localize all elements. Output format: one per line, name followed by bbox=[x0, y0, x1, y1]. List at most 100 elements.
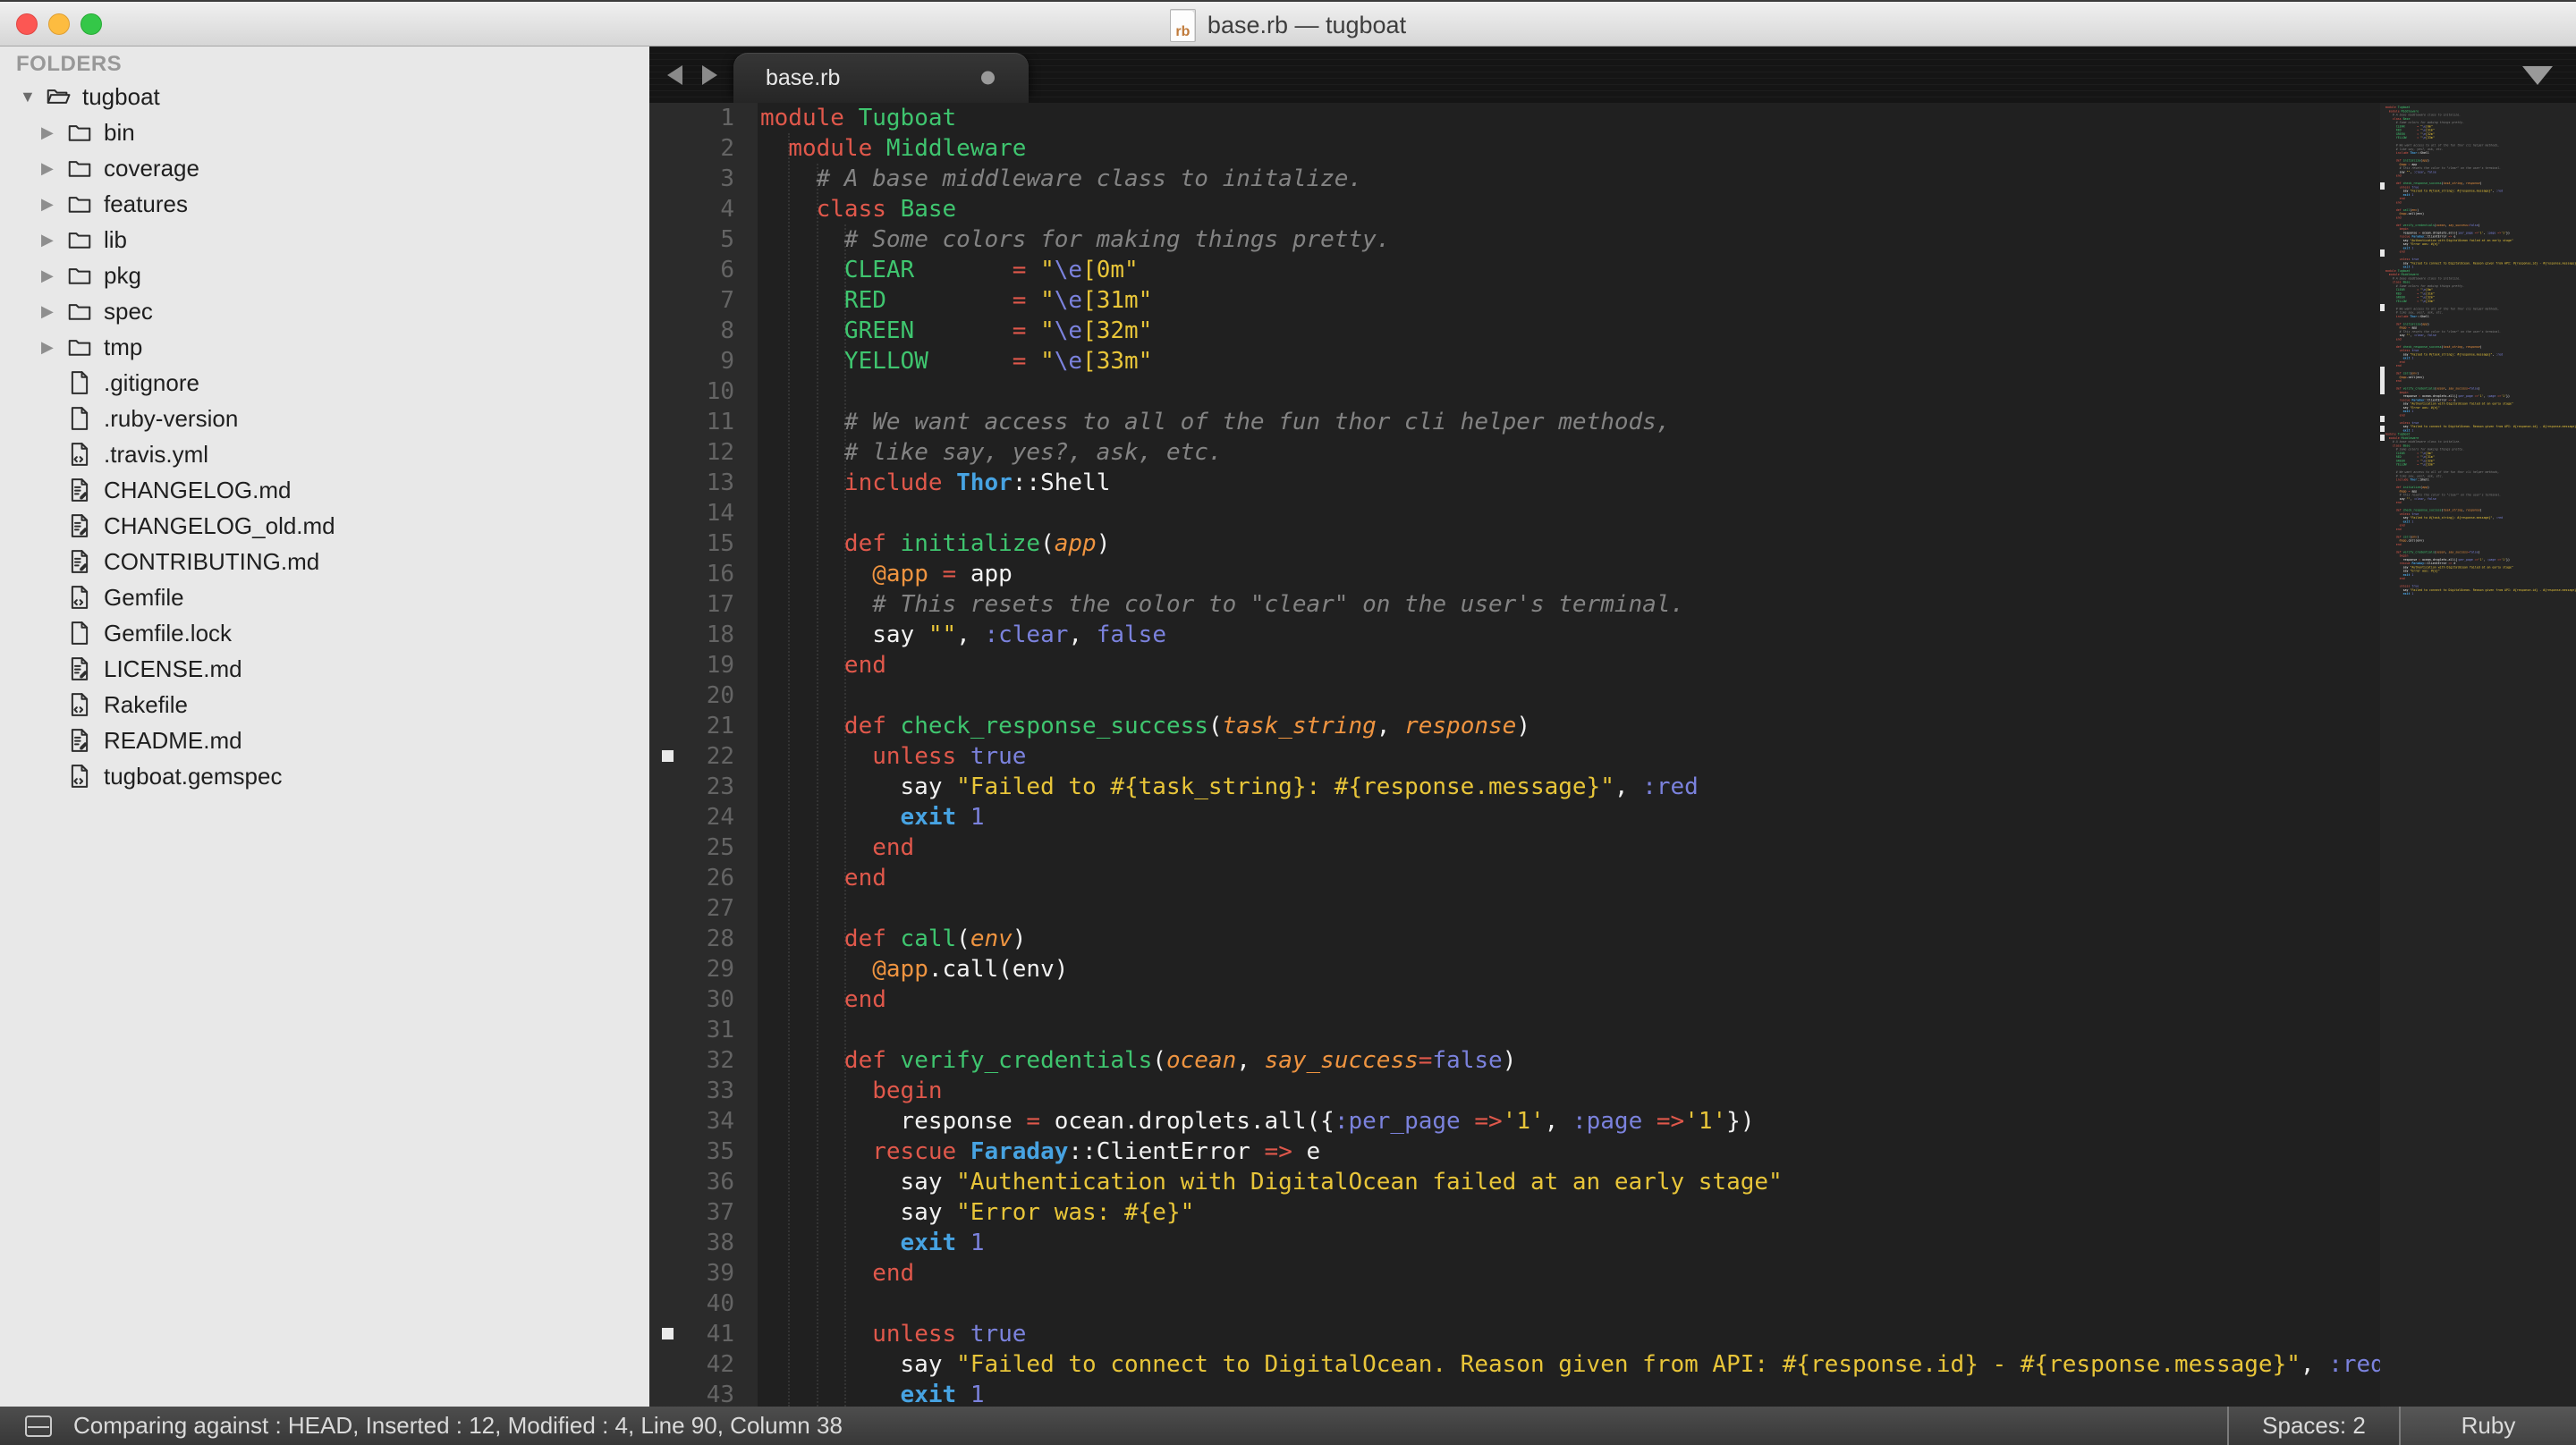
gutter: 26 bbox=[649, 863, 758, 893]
code-line[interactable]: 20 bbox=[649, 680, 2380, 711]
tab-overflow-icon[interactable] bbox=[2522, 66, 2553, 85]
code-editor[interactable]: 1module Tugboat2 module Middleware3 # A … bbox=[649, 103, 2576, 1407]
sidebar-item-label: spec bbox=[104, 298, 153, 325]
minimap-diff-tick bbox=[2380, 435, 2385, 441]
sidebar-item-tmp[interactable]: ▶tmp bbox=[0, 329, 649, 365]
sidebar-item-gemfile-lock[interactable]: Gemfile.lock bbox=[0, 615, 649, 651]
status-right-group: Spaces: 2 Ruby bbox=[2227, 1407, 2576, 1445]
sidebar-item--gitignore[interactable]: .gitignore bbox=[0, 365, 649, 401]
sidebar-item-readme-md[interactable]: README.md bbox=[0, 722, 649, 758]
code-line[interactable]: 32 def verify_credentials(ocean, say_suc… bbox=[649, 1045, 2380, 1076]
sidebar-item-lib[interactable]: ▶lib bbox=[0, 222, 649, 258]
code-line[interactable]: 9 YELLOW = "\e[33m" bbox=[649, 346, 2380, 376]
code-line[interactable]: 25 end bbox=[649, 832, 2380, 863]
code-line[interactable]: 41 unless true bbox=[649, 1319, 2380, 1349]
code-line[interactable]: 3 # A base middleware class to initalize… bbox=[649, 164, 2380, 194]
sidebar: FOLDERS ▼tugboat▶bin▶coverage▶features▶l… bbox=[0, 46, 649, 1407]
sidebar-item-changelog-old-md[interactable]: CHANGELOG_old.md bbox=[0, 508, 649, 544]
gutter: 42 bbox=[649, 1349, 758, 1380]
code-line[interactable]: 35 rescue Faraday::ClientError => e bbox=[649, 1137, 2380, 1167]
sidebar-item-gemfile[interactable]: Gemfile bbox=[0, 579, 649, 615]
code-line[interactable]: 21 def check_response_success(task_strin… bbox=[649, 711, 2380, 741]
code-line[interactable]: 5 # Some colors for making things pretty… bbox=[649, 224, 2380, 255]
code-line[interactable]: 4 class Base bbox=[649, 194, 2380, 224]
code-line[interactable]: 6 CLEAR = "\e[0m" bbox=[649, 255, 2380, 285]
code-line[interactable]: 11 # We want access to all of the fun th… bbox=[649, 407, 2380, 437]
line-number: 7 bbox=[720, 285, 734, 316]
code-line[interactable]: 29 @app.call(env) bbox=[649, 954, 2380, 984]
file-icon bbox=[66, 584, 93, 611]
code-line[interactable]: 19 end bbox=[649, 650, 2380, 680]
line-number: 40 bbox=[707, 1289, 734, 1319]
code-line[interactable]: 30 end bbox=[649, 984, 2380, 1015]
sidebar-item-features[interactable]: ▶features bbox=[0, 186, 649, 222]
code-line[interactable]: 7 RED = "\e[31m" bbox=[649, 285, 2380, 316]
code-line[interactable]: 10 bbox=[649, 376, 2380, 407]
syntax-setting[interactable]: Ruby bbox=[2399, 1407, 2576, 1445]
code-line[interactable]: 12 # like say, yes?, ask, etc. bbox=[649, 437, 2380, 468]
sidebar-item-label: tugboat bbox=[82, 83, 160, 111]
code-line[interactable]: 36 say "Authentication with DigitalOcean… bbox=[649, 1167, 2380, 1197]
code-line[interactable]: 34 response = ocean.droplets.all({:per_p… bbox=[649, 1106, 2380, 1137]
sidebar-item-spec[interactable]: ▶ spec bbox=[0, 293, 649, 329]
code-line[interactable]: 42 say "Failed to connect to DigitalOcea… bbox=[649, 1349, 2380, 1380]
line-number: 1 bbox=[720, 103, 734, 133]
gutter: 21 bbox=[649, 711, 758, 741]
disclosure-collapsed-icon[interactable]: ▶ bbox=[41, 338, 66, 357]
sidebar-item-coverage[interactable]: ▶coverage bbox=[0, 150, 649, 186]
line-number: 2 bbox=[720, 133, 734, 164]
sidebar-item-root-tugboat[interactable]: ▼ tugboat bbox=[0, 79, 649, 114]
code-line[interactable]: 26 end bbox=[649, 863, 2380, 893]
code-line[interactable]: 23 say "Failed to #{task_string}: #{resp… bbox=[649, 772, 2380, 802]
sidebar-item-contributing-md[interactable]: CONTRIBUTING.md bbox=[0, 544, 649, 579]
disclosure-expanded-icon[interactable]: ▼ bbox=[20, 88, 45, 106]
code-line[interactable]: 17 # This resets the color to "clear" on… bbox=[649, 589, 2380, 620]
forward-icon[interactable] bbox=[702, 65, 717, 85]
code-line[interactable]: 40 bbox=[649, 1289, 2380, 1319]
code-line[interactable]: 31 bbox=[649, 1015, 2380, 1045]
code-line[interactable]: 8 GREEN = "\e[32m" bbox=[649, 316, 2380, 346]
code-line[interactable]: 13 include Thor::Shell bbox=[649, 468, 2380, 498]
back-icon[interactable] bbox=[667, 65, 682, 85]
sidebar-item--ruby-version[interactable]: .ruby-version bbox=[0, 401, 649, 436]
line-number: 12 bbox=[707, 437, 734, 468]
disclosure-collapsed-icon[interactable]: ▶ bbox=[41, 123, 66, 142]
code-line[interactable]: 24 exit 1 bbox=[649, 802, 2380, 832]
code-line[interactable]: 38 exit 1 bbox=[649, 1228, 2380, 1258]
sidebar-item-changelog-md[interactable]: CHANGELOG.md bbox=[0, 472, 649, 508]
code-lines[interactable]: 1module Tugboat2 module Middleware3 # A … bbox=[649, 103, 2380, 1407]
panel-toggle-icon[interactable] bbox=[25, 1415, 52, 1437]
disclosure-collapsed-icon[interactable]: ▶ bbox=[41, 302, 66, 321]
code-line[interactable]: 28 def call(env) bbox=[649, 924, 2380, 954]
code-line[interactable]: 27 bbox=[649, 893, 2380, 924]
gutter: 16 bbox=[649, 559, 758, 589]
line-number: 36 bbox=[707, 1167, 734, 1197]
code-line[interactable]: 33 begin bbox=[649, 1076, 2380, 1106]
gutter: 32 bbox=[649, 1045, 758, 1076]
sidebar-item-bin[interactable]: ▶bin bbox=[0, 114, 649, 150]
code-line[interactable]: 22 unless true bbox=[649, 741, 2380, 772]
disclosure-collapsed-icon[interactable]: ▶ bbox=[41, 159, 66, 178]
disclosure-collapsed-icon[interactable]: ▶ bbox=[41, 266, 66, 285]
gutter: 31 bbox=[649, 1015, 758, 1045]
code-line[interactable]: 15 def initialize(app) bbox=[649, 528, 2380, 559]
code-text: exit 1 bbox=[758, 1380, 984, 1407]
indentation-setting[interactable]: Spaces: 2 bbox=[2227, 1407, 2399, 1445]
code-line[interactable]: 37 say "Error was: #{e}" bbox=[649, 1197, 2380, 1228]
sidebar-item-license-md[interactable]: LICENSE.md bbox=[0, 651, 649, 687]
code-line[interactable]: 14 bbox=[649, 498, 2380, 528]
sidebar-item-rakefile[interactable]: Rakefile bbox=[0, 687, 649, 722]
code-line[interactable]: 18 say "", :clear, false bbox=[649, 620, 2380, 650]
code-line[interactable]: 16 @app = app bbox=[649, 559, 2380, 589]
sidebar-item-pkg[interactable]: ▶pkg bbox=[0, 258, 649, 293]
sidebar-item-tugboat-gemspec[interactable]: tugboat.gemspec bbox=[0, 758, 649, 794]
code-line[interactable]: 2 module Middleware bbox=[649, 133, 2380, 164]
disclosure-collapsed-icon[interactable]: ▶ bbox=[41, 231, 66, 249]
tab-base-rb[interactable]: base.rb bbox=[733, 53, 1029, 103]
minimap[interactable]: module Tugboat module Middleware # A bas… bbox=[2380, 103, 2576, 1407]
sidebar-item--travis-yml[interactable]: .travis.yml bbox=[0, 436, 649, 472]
code-line[interactable]: 1module Tugboat bbox=[649, 103, 2380, 133]
disclosure-collapsed-icon[interactable]: ▶ bbox=[41, 195, 66, 214]
code-line[interactable]: 43 exit 1 bbox=[649, 1380, 2380, 1407]
code-line[interactable]: 39 end bbox=[649, 1258, 2380, 1289]
